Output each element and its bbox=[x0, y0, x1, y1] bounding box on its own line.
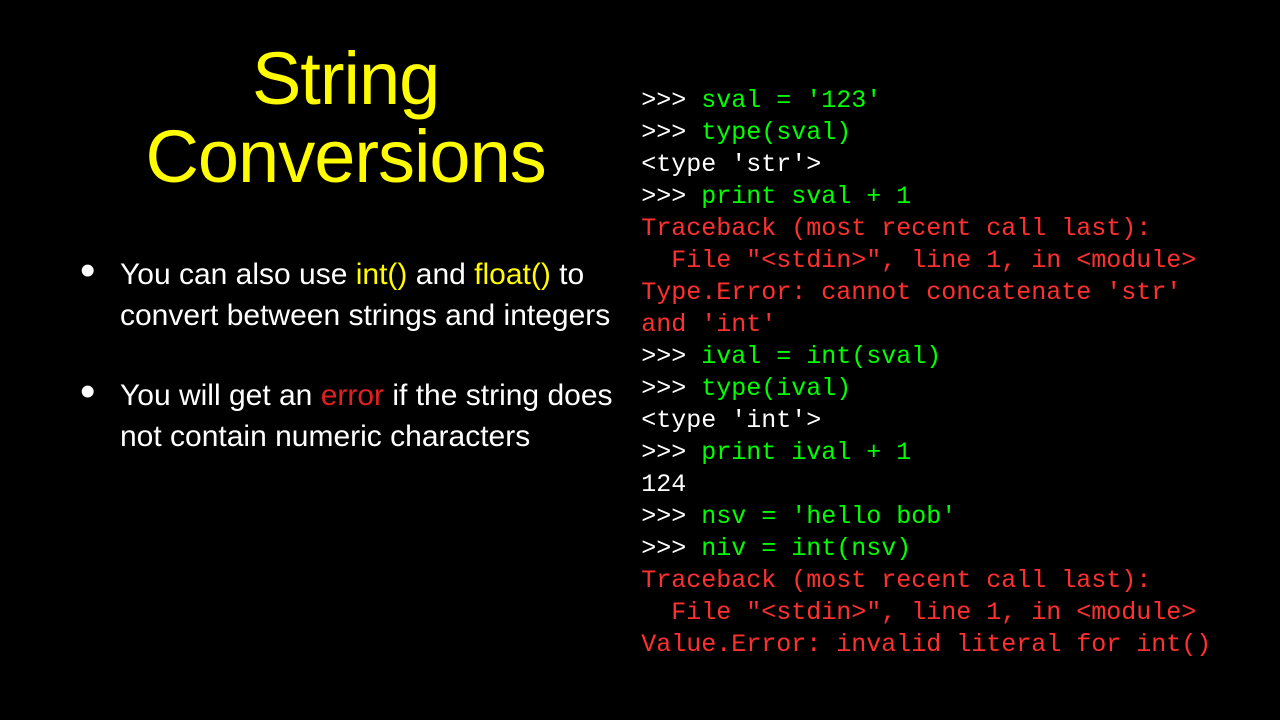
highlight-int: int() bbox=[356, 258, 408, 291]
prompt: >>> bbox=[641, 374, 701, 403]
code-input: sval = '123' bbox=[701, 86, 881, 115]
prompt: >>> bbox=[641, 86, 701, 115]
error-line: Traceback (most recent call last): bbox=[641, 214, 1151, 243]
bullet-text: and bbox=[407, 258, 474, 291]
code-input: nsv = 'hello bob' bbox=[701, 502, 956, 531]
code-input: ival = int(sval) bbox=[701, 342, 941, 371]
highlight-error: error bbox=[321, 379, 384, 412]
code-output: <type 'str'> bbox=[641, 150, 821, 179]
code-input: type(ival) bbox=[701, 374, 851, 403]
right-column: >>> sval = '123' >>> type(sval) <type 's… bbox=[631, 40, 1250, 680]
code-block: >>> sval = '123' >>> type(sval) <type 's… bbox=[641, 85, 1250, 661]
error-line: Value.Error: invalid literal for int() bbox=[641, 630, 1211, 659]
error-line: and 'int' bbox=[641, 310, 776, 339]
code-output: <type 'int'> bbox=[641, 406, 821, 435]
slide: String Conversions You can also use int(… bbox=[0, 0, 1280, 720]
bullet-item-1: You can also use int() and float() to co… bbox=[80, 255, 621, 336]
error-line: File "<stdin>", line 1, in <module> bbox=[641, 246, 1196, 275]
prompt: >>> bbox=[641, 342, 701, 371]
bullet-text: You will get an bbox=[120, 379, 321, 412]
code-input: print ival + 1 bbox=[701, 438, 911, 467]
error-line: File "<stdin>", line 1, in <module> bbox=[641, 598, 1196, 627]
slide-title: String Conversions bbox=[60, 40, 631, 195]
prompt: >>> bbox=[641, 502, 701, 531]
bullet-item-2: You will get an error if the string does… bbox=[80, 376, 621, 457]
error-line: Traceback (most recent call last): bbox=[641, 566, 1151, 595]
error-line: Type.Error: cannot concatenate 'str' bbox=[641, 278, 1181, 307]
highlight-float: float() bbox=[474, 258, 551, 291]
bullet-text: You can also use bbox=[120, 258, 356, 291]
code-input: print sval + 1 bbox=[701, 182, 911, 211]
left-column: String Conversions You can also use int(… bbox=[60, 40, 631, 680]
prompt: >>> bbox=[641, 534, 701, 563]
code-input: type(sval) bbox=[701, 118, 851, 147]
prompt: >>> bbox=[641, 438, 701, 467]
code-output: 124 bbox=[641, 470, 686, 499]
code-input: niv = int(nsv) bbox=[701, 534, 911, 563]
bullet-list: You can also use int() and float() to co… bbox=[80, 255, 621, 457]
prompt: >>> bbox=[641, 118, 701, 147]
prompt: >>> bbox=[641, 182, 701, 211]
